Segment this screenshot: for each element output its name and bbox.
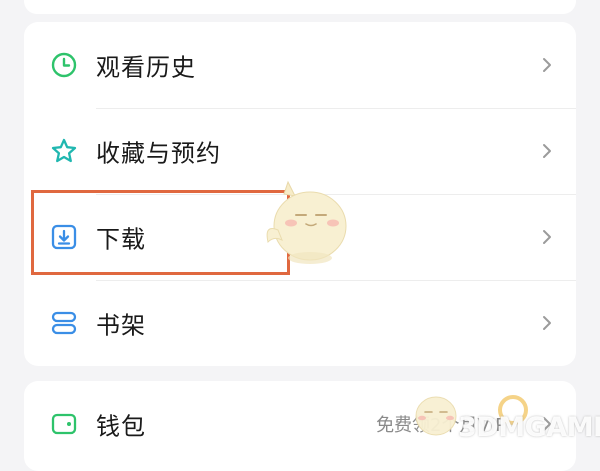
chevron-right-icon [543,58,551,72]
wallet-label: 钱包 [96,412,146,441]
chevron-right-icon [543,316,551,330]
watermark: 3DMGAME [458,412,600,443]
clock-icon [50,51,78,79]
star-icon [50,137,78,165]
chevron-right-icon [543,230,551,244]
menu-item-label: 收藏与预约 [96,139,221,168]
mascot-icon [266,180,347,264]
highlight-box [31,190,290,275]
mascot-small-icon [415,396,457,436]
menu-item-bookshelf[interactable]: 书架 [24,280,576,366]
chevron-right-icon [543,144,551,158]
bookshelf-icon [50,309,78,337]
previous-card [24,0,576,14]
menu-item-watch-history[interactable]: 观看历史 [24,22,576,108]
wallet-icon [50,410,78,438]
menu-item-label: 书架 [96,311,146,340]
menu-item-label: 观看历史 [96,53,196,82]
